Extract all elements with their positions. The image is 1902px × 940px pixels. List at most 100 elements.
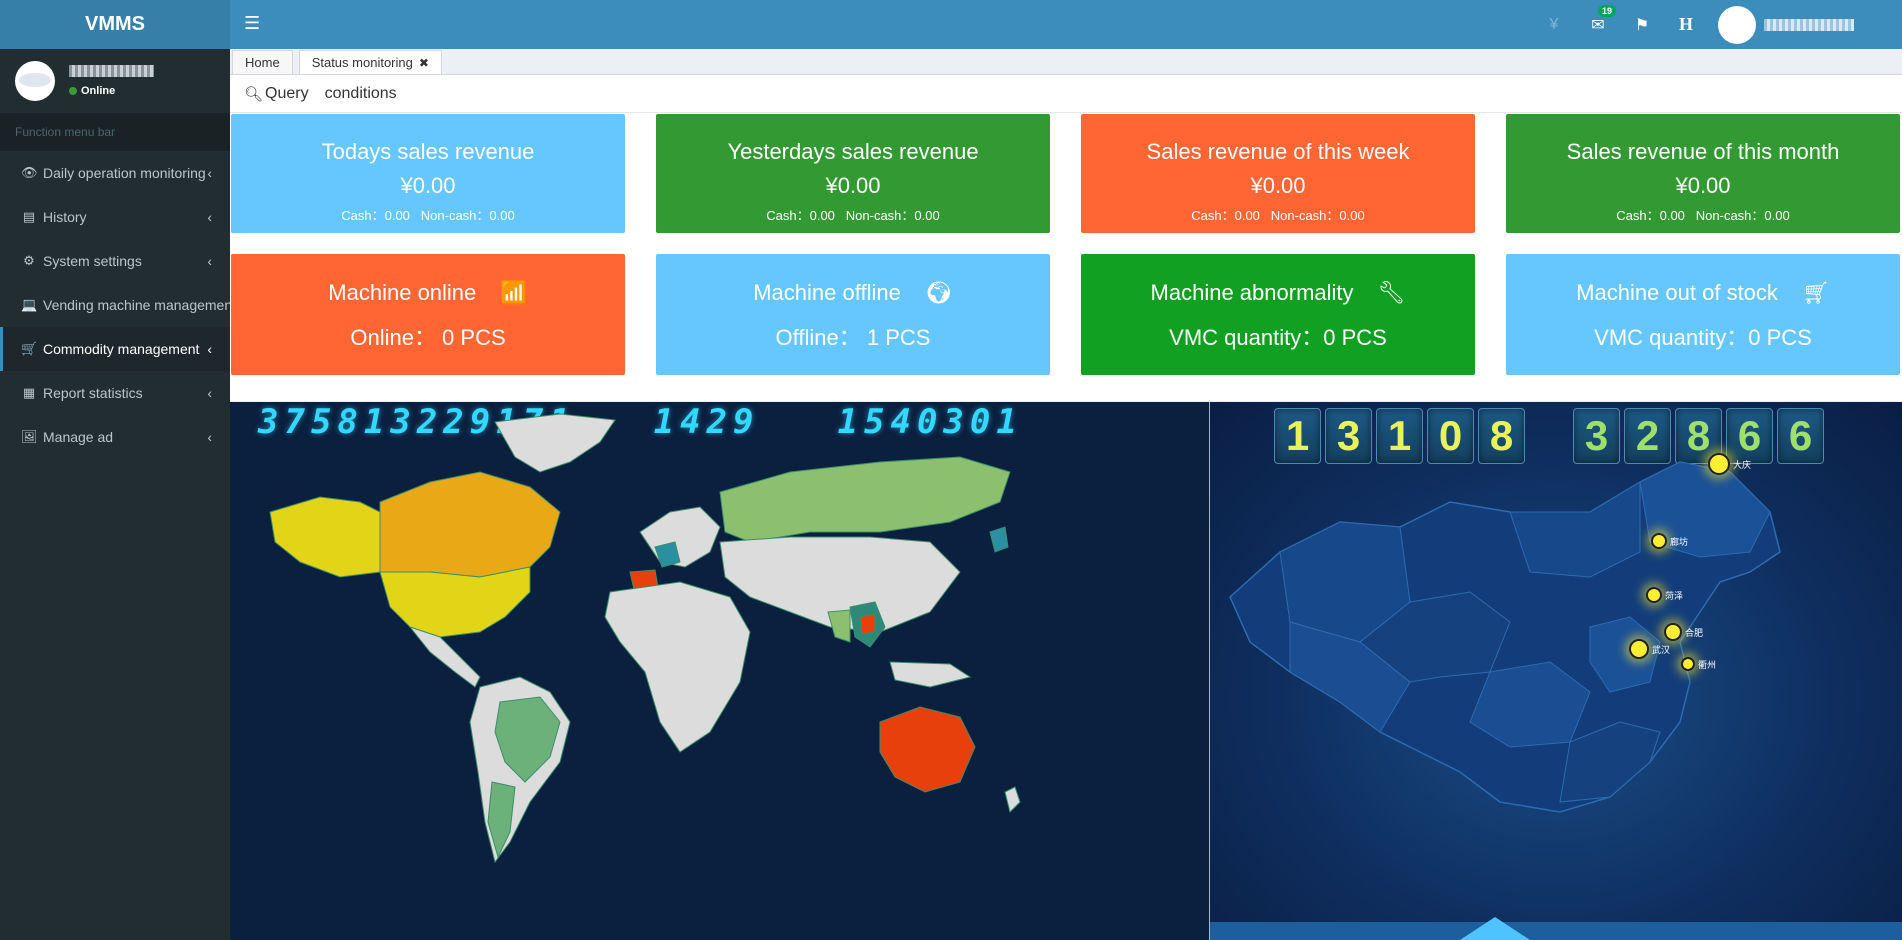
tab-label: Status monitoring [311, 55, 413, 70]
region-germany[interactable] [654, 541, 681, 568]
city-label: 菏泽 [1665, 590, 1684, 601]
search-icon[interactable]: 🔍︎ [244, 85, 263, 103]
image-icon: 🖼 [21, 429, 38, 444]
header-user-name-blurred [1764, 18, 1854, 31]
sidebar-item-vending-machine-management[interactable]: 💻 Vending machine management [0, 283, 230, 327]
h-icon[interactable]: H [1664, 14, 1708, 35]
region-europe[interactable] [639, 506, 721, 568]
region-greenland[interactable] [494, 413, 616, 473]
city-marker-quzhou[interactable]: 衢州 [1681, 657, 1716, 671]
card-count: VMC quantity：0 PCS [1594, 325, 1812, 350]
user-name-blurred [69, 65, 154, 77]
card-title: Machine out of stock [1576, 280, 1778, 305]
globe-icon: 🌍︎ [924, 280, 953, 305]
sidebar: VMMS Online Function menu bar 👁 Daily op… [0, 0, 230, 940]
notifications-button[interactable]: ✉ 19 [1576, 4, 1620, 35]
tab-bar: Home Status monitoring ✖ [230, 49, 1902, 75]
city-marker-langfang[interactable]: 廊坊 [1651, 533, 1688, 549]
card-today-sales[interactable]: Todays sales revenue ¥0.00 Cash：0.00 Non… [231, 114, 625, 233]
tab-status-monitoring[interactable]: Status monitoring ✖ [298, 50, 442, 74]
user-status-label: Online [81, 85, 116, 97]
card-title: Machine abnormality [1150, 280, 1354, 305]
user-menu[interactable] [1708, 5, 1902, 44]
region-japan[interactable] [989, 526, 1009, 553]
region-australia[interactable] [879, 706, 976, 793]
sidebar-item-daily-operation-monitoring[interactable]: 👁 Daily operation monitoring ‹ [0, 151, 230, 195]
card-week-sales[interactable]: Sales revenue of this week ¥0.00 Cash：0.… [1081, 114, 1475, 233]
noncash-value: Non-cash：0.00 [1695, 208, 1790, 223]
region-alaska[interactable] [269, 496, 381, 578]
region-russia[interactable] [719, 456, 1011, 543]
card-machine-offline[interactable]: Machine offline 🌍︎ Offline： 1 PCS [656, 254, 1050, 375]
city-marker-wuhan[interactable]: 武汉 [1629, 639, 1670, 659]
sidebar-item-label: Report statistics [43, 385, 143, 401]
sidebar-item-label: Daily operation monitoring [43, 165, 206, 181]
sidebar-item-commodity-management[interactable]: 🛒 Commodity management ‹ [0, 327, 230, 371]
city-pin-icon [1646, 587, 1662, 603]
city-marker-heze[interactable]: 菏泽 [1646, 587, 1683, 603]
cart-icon: 🛒︎ [1801, 280, 1830, 305]
card-month-sales[interactable]: Sales revenue of this month ¥0.00 Cash：0… [1506, 114, 1900, 233]
user-status: Online [69, 85, 154, 97]
wrench-icon: 🔧︎ [1377, 280, 1406, 305]
query-label[interactable]: Query [265, 85, 309, 103]
cart-icon: 🛒 [21, 341, 38, 356]
header-avatar [1718, 5, 1756, 44]
yen-icon[interactable]: ¥ [1532, 16, 1576, 34]
card-machine-out-of-stock[interactable]: Machine out of stock 🛒︎ VMC quantity：0 PC… [1506, 254, 1900, 375]
city-pin-icon [1708, 453, 1730, 475]
region-canada[interactable] [379, 471, 561, 578]
china-map-panel: 1 3 1 0 8 3 2 8 6 6 大庆 廊坊 菏泽 合肥 武汉 衢州 [1210, 402, 1902, 940]
app-logo[interactable]: VMMS [0, 0, 230, 49]
city-pin-icon [1629, 639, 1649, 659]
city-label: 廊坊 [1670, 536, 1689, 547]
card-amount: ¥0.00 [1250, 173, 1306, 198]
laptop-icon: 💻 [21, 297, 38, 312]
card-yesterday-sales[interactable]: Yesterdays sales revenue ¥0.00 Cash：0.00… [656, 114, 1050, 233]
sidebar-toggle-icon[interactable]: ☰ [244, 13, 260, 34]
sidebar-item-manage-ad[interactable]: 🖼 Manage ad ‹ [0, 415, 230, 459]
region-new-zealand[interactable] [1004, 786, 1021, 813]
chevron-left-icon: ‹ [207, 429, 212, 445]
region-africa[interactable] [604, 581, 751, 753]
region-indonesia[interactable] [889, 661, 972, 688]
chevron-left-icon: ‹ [207, 165, 212, 181]
online-dot-icon [69, 87, 77, 95]
chevron-left-icon: ‹ [207, 341, 212, 357]
card-amount: ¥0.00 [825, 173, 881, 198]
query-conditions[interactable]: conditions [325, 85, 397, 103]
china-map [1210, 461, 1902, 940]
user-avatar [15, 61, 55, 101]
envelope-icon: ✉ [1591, 16, 1605, 34]
card-title: Yesterdays sales revenue [727, 139, 979, 164]
cash-value: Cash：0.00 [766, 208, 835, 223]
flag-icon[interactable]: ⚑ [1620, 15, 1664, 35]
card-machine-online[interactable]: Machine online 📶 Online： 0 PCS [231, 254, 625, 375]
user-panel: Online [0, 49, 230, 113]
query-bar: 🔍︎ Query conditions [230, 75, 1902, 113]
city-marker-daqing[interactable]: 大庆 [1708, 453, 1751, 475]
table-icon: ▦ [22, 385, 36, 400]
world-map-panel: 375813229171 1429 1540301 [230, 402, 1209, 940]
chevron-left-icon: ‹ [207, 253, 212, 269]
close-icon[interactable]: ✖ [419, 56, 429, 70]
world-map [269, 413, 1021, 864]
gear-icon: ⚙ [23, 253, 35, 268]
noncash-value: Non-cash：0.00 [1270, 208, 1365, 223]
cash-value: Cash：0.00 [1616, 208, 1685, 223]
region-laos[interactable] [859, 613, 876, 635]
card-title: Sales revenue of this month [1566, 139, 1840, 164]
card-count: Offline： 1 PCS [775, 325, 931, 350]
sidebar-item-label: Manage ad [43, 429, 114, 445]
chevron-left-icon: ‹ [207, 209, 212, 225]
sidebar-item-report-statistics[interactable]: ▦ Report statistics ‹ [0, 371, 230, 415]
region-usa[interactable] [379, 566, 531, 638]
sidebar-item-history[interactable]: ▤ History ‹ [0, 195, 230, 239]
tab-home[interactable]: Home [232, 50, 293, 74]
sidebar-item-system-settings[interactable]: ⚙ System settings ‹ [0, 239, 230, 283]
card-count: VMC quantity：0 PCS [1169, 325, 1387, 350]
card-machine-abnormality[interactable]: Machine abnormality 🔧︎ VMC quantity：0 PCS [1081, 254, 1475, 375]
notification-badge: 19 [1598, 4, 1617, 17]
list-icon: ▤ [22, 209, 36, 224]
stats-cards: Todays sales revenue ¥0.00 Cash：0.00 Non… [230, 113, 1902, 401]
